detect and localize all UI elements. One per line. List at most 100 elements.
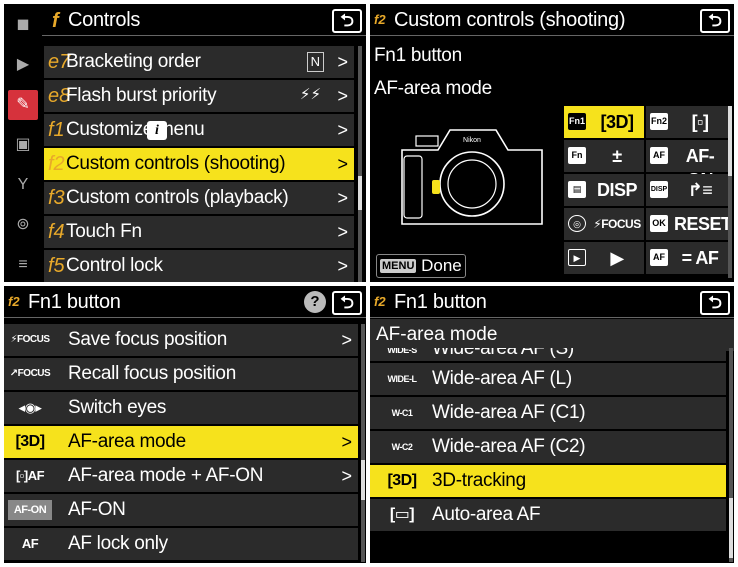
menu-code: f2: [8, 294, 20, 309]
option-3d-tracking[interactable]: [3D] 3D-tracking: [370, 465, 726, 498]
menu-item-customize-i-menu[interactable]: f1 Customize menu i >: [44, 114, 354, 147]
option-wide-area-af-c2[interactable]: W-C2 Wide-area AF (C2): [370, 431, 726, 464]
panel-header: f2 Fn1 button ? ⮌: [4, 286, 366, 318]
menu-item-control-lock[interactable]: f5 Control lock >: [44, 250, 354, 282]
menu-item-custom-controls-playback[interactable]: f3 Custom controls (playback) >: [44, 182, 354, 215]
cell-value: DISP: [596, 180, 638, 200]
3d-tracking-icon: [3D]: [15, 433, 45, 450]
cell-value: [▫]: [691, 112, 709, 132]
scroll-thumb[interactable]: [729, 498, 733, 558]
menu-code: f1: [48, 119, 65, 141]
done-button[interactable]: MENU Done: [376, 254, 466, 278]
grid-cell-disp[interactable]: DISP ↱≡: [646, 174, 728, 206]
option-label: AF-area mode: [68, 431, 186, 452]
display-icon: ▤: [568, 181, 586, 198]
option-wide-area-af-l[interactable]: WIDE-L Wide-area AF (L): [370, 363, 726, 396]
menu-item-touch-fn[interactable]: f4 Touch Fn >: [44, 216, 354, 249]
grid-cell-fn2[interactable]: Fn2 [▫]: [646, 106, 728, 138]
scrollbar[interactable]: [358, 46, 362, 282]
grid-cell-disp-a[interactable]: ▤ DISP: [564, 174, 644, 206]
option-label: Auto-area AF: [432, 504, 541, 525]
scrollbar[interactable]: [728, 106, 732, 278]
option-af-area-mode-af-on[interactable]: [▫]AF AF-area mode + AF-ON >: [4, 460, 358, 493]
custom-controls-panel: f2 Custom controls (shooting) ⮌ Fn1 butt…: [370, 4, 734, 282]
page-title: Controls: [68, 9, 141, 31]
page-title: Fn1 button: [394, 291, 487, 313]
grid-cell-fn1[interactable]: Fn1 [3D]: [564, 106, 644, 138]
option-label: AF lock only: [68, 533, 168, 554]
grid-cell-sub-selector[interactable]: ◎ ⚡FOCUS: [564, 208, 644, 240]
menu-label: Bracketing order: [66, 51, 201, 72]
camera-icon[interactable]: ◼: [8, 10, 38, 40]
chevron-right-icon: >: [341, 466, 352, 486]
grid-cell-fn-vertical[interactable]: Fn ±: [564, 140, 644, 172]
menu-code: f2: [374, 12, 386, 27]
option-af-area-mode[interactable]: [3D] AF-area mode >: [4, 426, 358, 459]
menu-sidebar: ◼ ▶ ✎ ▣ Y ⊚ ≡: [4, 4, 42, 282]
cell-value: ±: [612, 146, 622, 166]
wrench-icon[interactable]: Y: [8, 170, 38, 200]
option-wide-area-af-c1[interactable]: W-C1 Wide-area AF (C1): [370, 397, 726, 430]
grid-cell-af-lens[interactable]: AF = AF: [646, 242, 728, 274]
svg-text:Nikon: Nikon: [463, 137, 481, 144]
option-wide-area-af-s[interactable]: WIDE-S Wide-area AF (S): [370, 348, 726, 362]
menu-item-custom-controls-shooting[interactable]: f2 Custom controls (shooting) >: [44, 148, 354, 181]
af-lens-icon: AF: [650, 249, 668, 266]
pencil-icon[interactable]: ✎: [8, 90, 38, 120]
back-button[interactable]: ⮌: [332, 9, 362, 33]
flash-icon: ⚡⚡: [299, 86, 321, 103]
fn1-icon: Fn1: [568, 113, 586, 130]
menu-code: f2: [374, 294, 386, 309]
option-save-focus-position[interactable]: ⚡FOCUS Save focus position >: [4, 324, 358, 357]
option-recall-focus-position[interactable]: ↗FOCUS Recall focus position: [4, 358, 358, 391]
i-menu-icon: i: [147, 121, 167, 140]
switch-eyes-icon: ◂◉▸: [18, 400, 42, 415]
wide-l-icon: WIDE-L: [387, 374, 418, 384]
back-button[interactable]: ⮌: [700, 291, 730, 315]
scroll-thumb[interactable]: [728, 106, 732, 176]
scroll-thumb[interactable]: [358, 176, 362, 210]
grid-cell-movie-record[interactable]: ▶ ▶: [564, 242, 644, 274]
auto-area-icon: [▭]: [389, 506, 415, 523]
grid-cell-af-on[interactable]: AF AF-ON: [646, 140, 728, 190]
menu-item-bracketing-order[interactable]: e7 Bracketing order N >: [44, 46, 354, 79]
af-on-icon: AF: [650, 147, 668, 164]
grid-cell-ok[interactable]: OK RESET: [646, 208, 732, 240]
back-button[interactable]: ⮌: [700, 9, 730, 33]
my-menu-icon[interactable]: ≡: [8, 250, 38, 280]
wide-s-icon: WIDE-S: [387, 348, 417, 355]
playback-icon[interactable]: ▣: [8, 130, 38, 160]
option-label: Wide-area AF (C2): [432, 436, 586, 457]
option-auto-area-af[interactable]: [▭] Auto-area AF: [370, 499, 726, 532]
help-icon[interactable]: ?: [304, 291, 326, 313]
scroll-thumb[interactable]: [361, 460, 365, 500]
option-switch-eyes[interactable]: ◂◉▸ Switch eyes: [4, 392, 358, 425]
movie-icon[interactable]: ▶: [8, 50, 38, 80]
page-title: Custom controls (shooting): [394, 9, 626, 31]
back-button[interactable]: ⮌: [332, 291, 362, 315]
menu-label: Touch Fn: [66, 221, 142, 242]
cell-value: = AF: [681, 248, 719, 268]
sub-title: AF-area mode: [376, 324, 498, 345]
chevron-right-icon: >: [337, 222, 348, 242]
save-focus-icon: ⚡FOCUS: [10, 334, 50, 345]
af-lock-icon: AF: [21, 536, 39, 551]
menu-item-flash-burst-priority[interactable]: e8 Flash burst priority ⚡⚡ >: [44, 80, 354, 113]
panel-header: f Controls ⮌: [42, 4, 366, 36]
option-label: 3D-tracking: [432, 470, 526, 491]
menu-code: f4: [48, 221, 65, 243]
option-label: Switch eyes: [68, 397, 167, 418]
option-af-on[interactable]: AF-ON AF-ON: [4, 494, 358, 527]
3d-tracking-icon: [3D]: [387, 472, 417, 489]
movie-record-icon: ▶: [568, 249, 586, 266]
control-assignment-grid: Fn1 [3D] Fn2 [▫] Fn ± AF AF-ON ▤ DISP DI…: [564, 106, 732, 280]
fn2-icon: Fn2: [650, 113, 668, 130]
af-area-mode-panel: f2 Fn1 button ⮌ AF-area mode WIDE-S Wide…: [370, 286, 734, 563]
panel-header: f2 Fn1 button ⮌: [370, 286, 734, 318]
scrollbar[interactable]: [361, 324, 365, 562]
camera-diagram: Nikon: [401, 129, 543, 225]
cell-value: ▶: [610, 248, 624, 268]
scrollbar[interactable]: [729, 348, 733, 562]
option-af-lock-only[interactable]: AF AF lock only: [4, 528, 358, 561]
network-icon[interactable]: ⊚: [8, 210, 38, 240]
